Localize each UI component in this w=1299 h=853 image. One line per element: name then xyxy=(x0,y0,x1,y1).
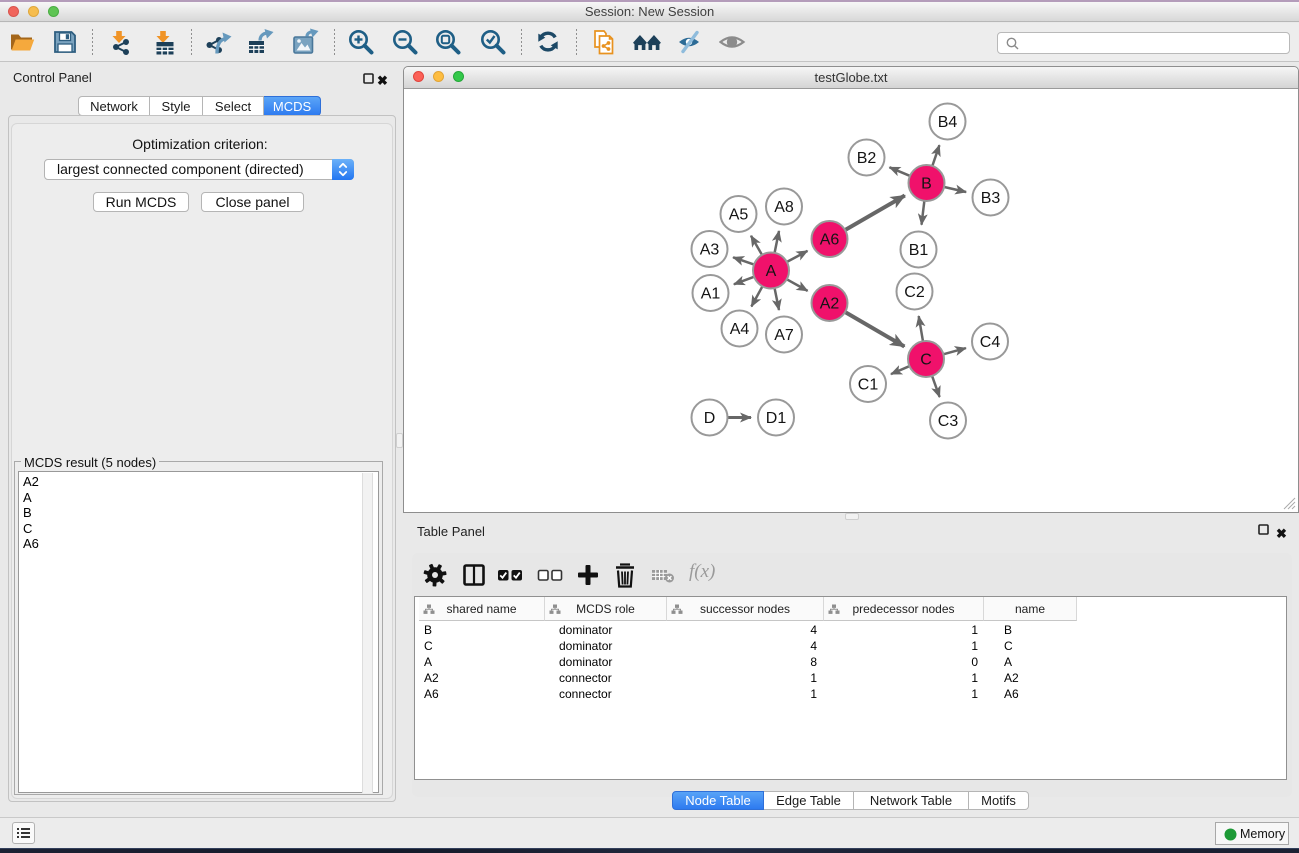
svg-text:D: D xyxy=(704,410,716,427)
svg-text:A7: A7 xyxy=(774,327,794,344)
svg-text:D1: D1 xyxy=(766,410,787,427)
svg-text:C1: C1 xyxy=(858,377,879,394)
svg-text:C: C xyxy=(920,352,932,369)
svg-text:A: A xyxy=(766,263,777,280)
svg-text:A4: A4 xyxy=(730,321,750,338)
svg-text:A1: A1 xyxy=(701,286,721,303)
svg-text:A8: A8 xyxy=(774,199,794,216)
svg-text:A5: A5 xyxy=(729,207,749,224)
svg-text:A6: A6 xyxy=(820,232,840,249)
svg-text:B1: B1 xyxy=(909,242,929,259)
svg-text:C4: C4 xyxy=(980,334,1001,351)
svg-text:B3: B3 xyxy=(981,190,1001,207)
svg-text:B2: B2 xyxy=(857,150,877,167)
svg-text:B4: B4 xyxy=(938,114,958,131)
svg-text:C2: C2 xyxy=(904,284,925,301)
svg-text:C3: C3 xyxy=(938,413,959,430)
svg-text:A3: A3 xyxy=(700,242,720,259)
svg-text:A2: A2 xyxy=(820,296,840,313)
svg-text:B: B xyxy=(921,176,932,193)
